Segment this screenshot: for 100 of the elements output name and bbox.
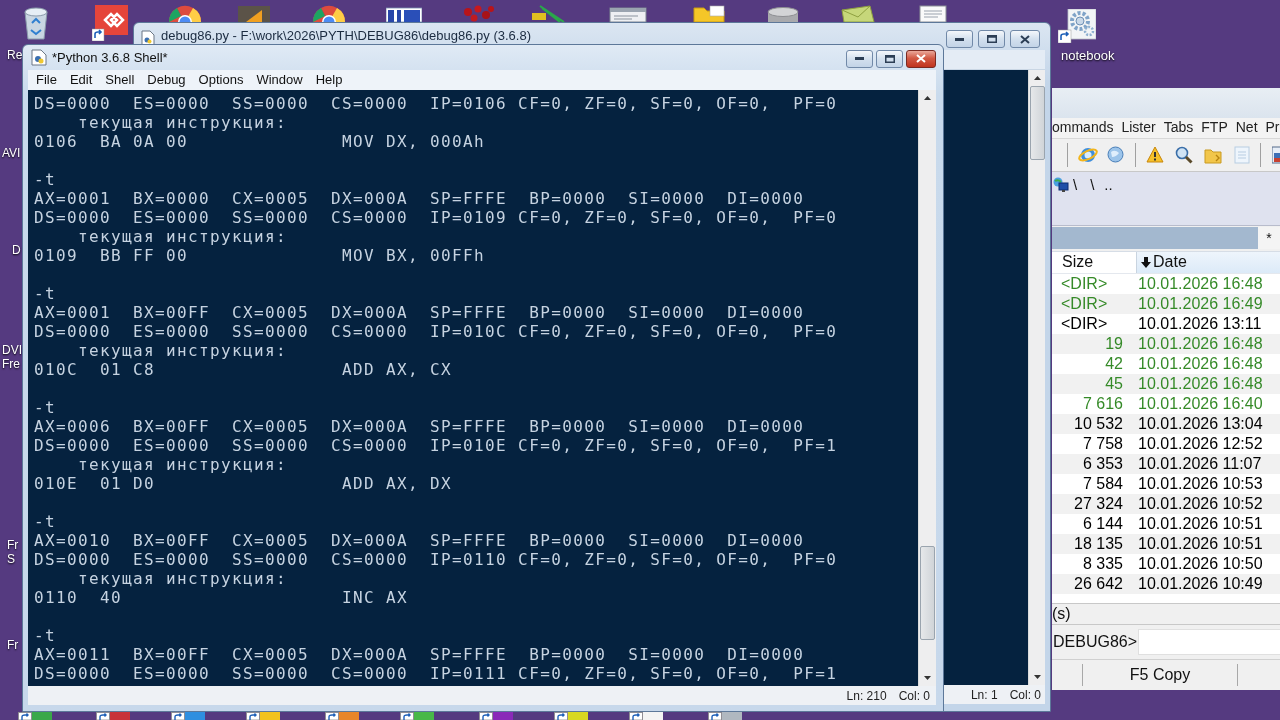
menu-item[interactable]: Help [315,72,343,88]
file-row[interactable]: 45 10.01.2026 16:48 [1052,373,1280,394]
console-line: текущая инструкция: [77,227,288,246]
file-row[interactable]: 26 642 10.01.2026 10:49 [1052,573,1280,594]
document-icon[interactable] [916,4,950,22]
console-line: AX=0006 BX=00FF CX=0005 DX=000A SP=FFFE BP=0000 SI=0000 DI=0000 [34,417,805,436]
file-row[interactable]: 18 135 10.01.2026 10:51 [1052,533,1280,554]
date-cell: 10.01.2026 13:11 [1138,314,1262,333]
console-line: 0106 BA 0A 00 MOV DX, 000Ah [34,132,486,151]
vertical-scrollbar[interactable] [918,90,936,686]
date-cell: 10.01.2026 16:40 [1138,394,1263,413]
close-button[interactable] [906,49,936,68]
menu-item[interactable]: Window [256,72,303,88]
cylinder-icon[interactable] [766,6,800,22]
sort-down-arrow-icon [1141,256,1151,268]
menu-item[interactable]: Options [198,72,244,88]
maximize-button[interactable] [876,49,903,68]
icon-label[interactable]: AVI [2,146,21,160]
console-line: DS=0000 ES=0000 SS=0000 CS=0000 IP=0111 CF=0, ZF=0, SF=0, OF=0, PF=1 [34,664,838,683]
command-prompt: DEBUG86> [1053,633,1136,652]
icon-label[interactable]: notebook [1061,48,1115,63]
shortcut-icon[interactable] [171,712,205,720]
file-row[interactable]: 6 353 10.01.2026 11:07 [1052,453,1280,474]
folder-icon[interactable] [692,4,726,22]
shortcut-icon[interactable] [96,712,130,720]
date-cell: 10.01.2026 10:50 [1138,554,1263,573]
size-cell-text: <DIR> [1060,294,1109,313]
minimize-button[interactable] [946,30,973,48]
minimize-icon [855,57,864,60]
size-cell-text: 42 [1104,354,1123,373]
menu-item[interactable]: Edit [69,72,93,88]
shortcut-icon[interactable] [18,712,52,720]
maximize-button[interactable] [978,30,1005,48]
gear-icon[interactable] [1058,9,1096,43]
globe-icon[interactable] [1107,146,1124,164]
menu-item[interactable]: Shell [105,72,135,88]
shortcut-icon[interactable] [479,712,513,720]
menu-item[interactable]: FTP [1201,119,1228,137]
shortcut-icon[interactable] [325,712,359,720]
column-header[interactable]: Date [1137,251,1280,273]
icon-label[interactable]: Fr [7,538,19,552]
size-cell-text: 7 584 [1081,474,1123,493]
menu-item[interactable]: File [36,72,57,88]
menu-item[interactable]: Pr [1265,119,1280,137]
scroll-up-icon[interactable] [924,96,931,100]
icon-label[interactable]: D [12,243,21,257]
menu-item[interactable]: Debug [147,72,186,88]
scroll-up-icon[interactable] [1034,75,1041,80]
shortcut-icon[interactable] [708,712,742,720]
shortcut-icon[interactable] [400,712,434,720]
minimize-button[interactable] [846,49,873,68]
warning-icon[interactable] [1146,146,1164,164]
path-button[interactable]: \ [1073,176,1078,193]
console-line: текущая инструкция: [77,341,288,360]
scrollbar-thumb[interactable] [1030,85,1045,160]
console-line: -t [34,398,56,417]
file-row[interactable]: 10 532 10.01.2026 13:04 [1052,413,1280,434]
shortcut-icon[interactable] [629,712,663,720]
menu-item[interactable]: Tabs [1163,119,1194,137]
file-row[interactable]: 27 324 10.01.2026 10:52 [1052,493,1280,514]
icon-label[interactable]: Re [7,48,23,62]
icon-label[interactable]: S [7,552,15,566]
scrollbar-thumb[interactable] [920,546,935,640]
size-cell-text: <DIR> [1060,314,1109,333]
envelope-icon[interactable] [840,4,876,22]
search-icon[interactable] [1175,145,1193,164]
striped-tile-icon[interactable] [386,6,422,22]
shortcut-icon[interactable] [554,712,588,720]
menu-item[interactable]: ommands [1052,119,1114,137]
menu-item[interactable]: Net [1235,119,1258,137]
picture-icon[interactable] [1272,145,1280,164]
vertical-scrollbar[interactable] [1028,69,1045,685]
path-button[interactable]: .. [1104,176,1113,193]
console-line: AX=0011 BX=00FF CX=0005 DX=000A SP=FFFE BP=0000 SI=0000 DI=0000 [34,645,805,664]
scroll-down-icon[interactable] [924,676,931,680]
lines-icon[interactable] [530,4,566,22]
file-row[interactable]: <DIR> 10.01.2026 16:49 [1052,293,1280,314]
window-icon[interactable] [608,6,648,22]
console-line: AX=0001 BX=0000 CX=0005 DX=000A SP=FFFE BP=0000 SI=0000 DI=0000 [34,189,805,208]
console-line: текущая инструкция: [77,455,288,474]
icon-label[interactable]: Fre [2,357,20,371]
console-line: DS=0000 ES=0000 SS=0000 CS=0000 IP=010E CF=0, ZF=0, SF=0, OF=0, PF=1 [34,436,838,455]
file-icon [31,49,47,66]
close-button[interactable] [1010,30,1040,48]
icon-label[interactable]: DVI [2,343,22,357]
size-cell-text: 10 532 [1073,414,1123,433]
path-button[interactable]: \ [1090,176,1095,193]
slash-tile-icon[interactable] [238,4,270,22]
shortcut-icon[interactable] [246,712,280,720]
file-row[interactable]: 19 10.01.2026 16:48 [1052,333,1280,354]
scroll-down-icon[interactable] [1034,675,1041,679]
minimize-icon [955,37,964,41]
command-input-field[interactable] [1138,629,1280,656]
diamond-tile-icon[interactable] [92,5,128,41]
trash-can-icon[interactable] [22,6,50,40]
menu-item[interactable]: Lister [1121,119,1156,137]
console-line: 010E 01 D0 ADD AX, DX [34,474,453,493]
network-computer-icon[interactable] [1053,176,1069,193]
date-cell: 10.01.2026 10:51 [1138,534,1263,553]
icon-label[interactable]: Fr [7,638,19,652]
